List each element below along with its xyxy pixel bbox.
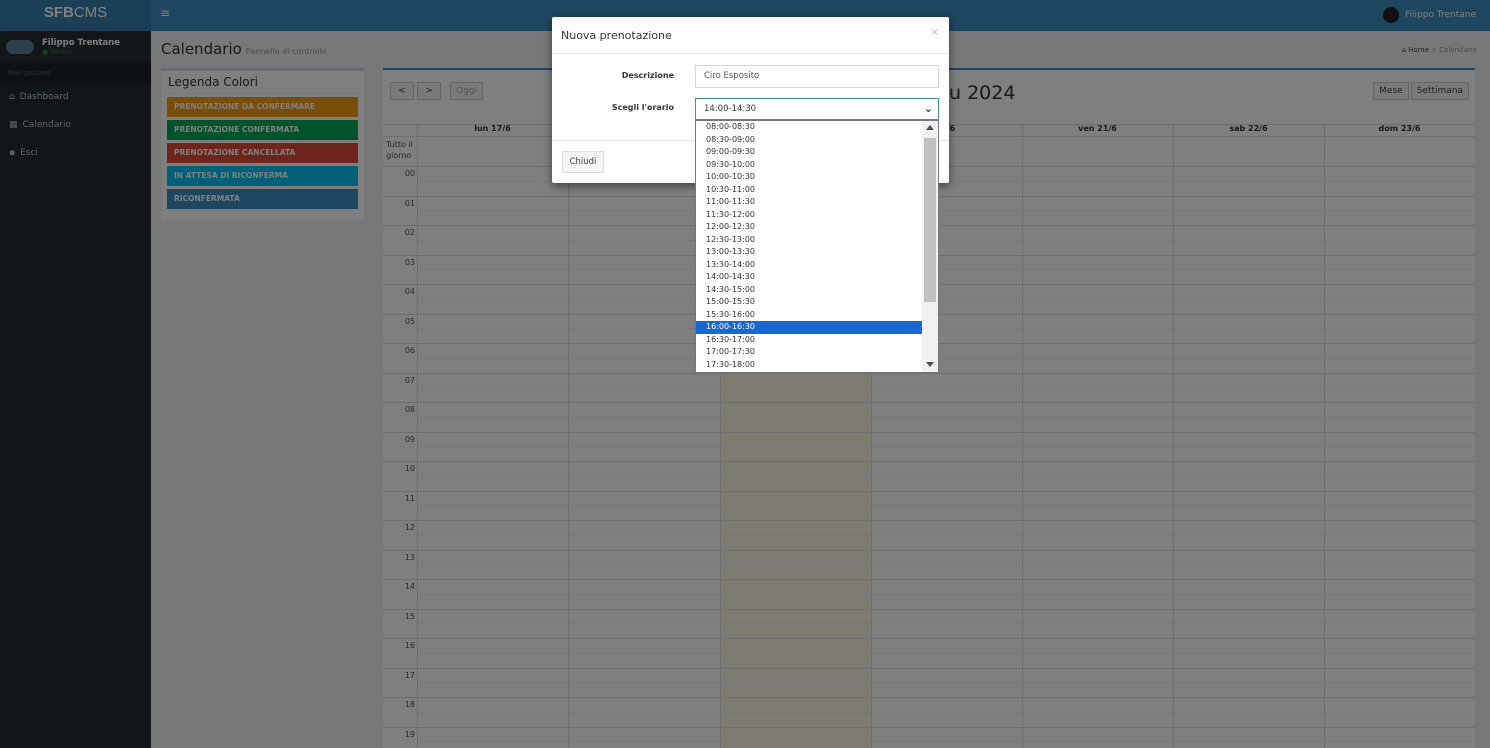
orario-dropdown-list[interactable]: 08:00-08:30 08:30-09:00 09:00-09:30 09:30-1… <box>695 120 939 373</box>
dropdown-option[interactable]: 13:00-13:30 <box>696 246 923 259</box>
orario-selected-value: 14:00-14:30 <box>704 104 757 114</box>
dropdown-option[interactable]: 08:00-08:30 <box>696 121 923 134</box>
dropdown-option[interactable]: 11:00-11:30 <box>696 196 923 209</box>
chiudi-button[interactable]: Chiudi <box>562 151 604 173</box>
close-icon[interactable]: × <box>931 27 939 38</box>
modal-title: Nuova prenotazione <box>561 29 672 42</box>
dropdown-option[interactable]: 13:30-14:00 <box>696 259 923 272</box>
dropdown-option[interactable]: 12:00-12:30 <box>696 221 923 234</box>
descrizione-label: Descrizione <box>621 71 674 80</box>
scroll-down-icon[interactable] <box>926 362 934 367</box>
dropdown-option[interactable]: 10:30-11:00 <box>696 184 923 197</box>
dropdown-option[interactable]: 09:30-10:00 <box>696 159 923 172</box>
dropdown-option[interactable]: 10:00-10:30 <box>696 171 923 184</box>
orario-select[interactable]: 14:00-14:30 ⌄ <box>695 98 939 120</box>
modal-header: Nuova prenotazione × <box>552 17 949 54</box>
dropdown-option[interactable]: 16:00-16:30 <box>696 321 923 334</box>
chevron-down-icon: ⌄ <box>923 102 933 115</box>
dropdown-option[interactable]: 14:30-15:00 <box>696 284 923 297</box>
dropdown-option[interactable]: 14:00-14:30 <box>696 271 923 284</box>
descrizione-value: Ciro Esposito <box>704 71 760 81</box>
dropdown-option[interactable]: 09:00-09:30 <box>696 146 923 159</box>
scroll-up-icon[interactable] <box>926 125 934 130</box>
dropdown-option[interactable]: 17:30-18:00 <box>696 359 923 372</box>
descrizione-input[interactable]: Ciro Esposito <box>695 65 939 88</box>
scrollbar-thumb[interactable] <box>924 138 936 302</box>
dropdown-option[interactable]: 15:30-16:00 <box>696 309 923 322</box>
dropdown-option[interactable]: 08:30-09:00 <box>696 134 923 147</box>
dropdown-scrollbar[interactable] <box>922 121 938 372</box>
dropdown-option[interactable]: 15:00-15:30 <box>696 296 923 309</box>
dropdown-option[interactable]: 12:30-13:00 <box>696 234 923 247</box>
orario-label: Scegli l'orario <box>611 103 674 112</box>
dropdown-option[interactable]: 17:00-17:30 <box>696 346 923 359</box>
dropdown-option[interactable]: 16:30-17:00 <box>696 334 923 347</box>
dropdown-options: 08:00-08:30 08:30-09:00 09:00-09:30 09:30-1… <box>696 121 923 371</box>
dropdown-option[interactable]: 11:30-12:00 <box>696 209 923 222</box>
